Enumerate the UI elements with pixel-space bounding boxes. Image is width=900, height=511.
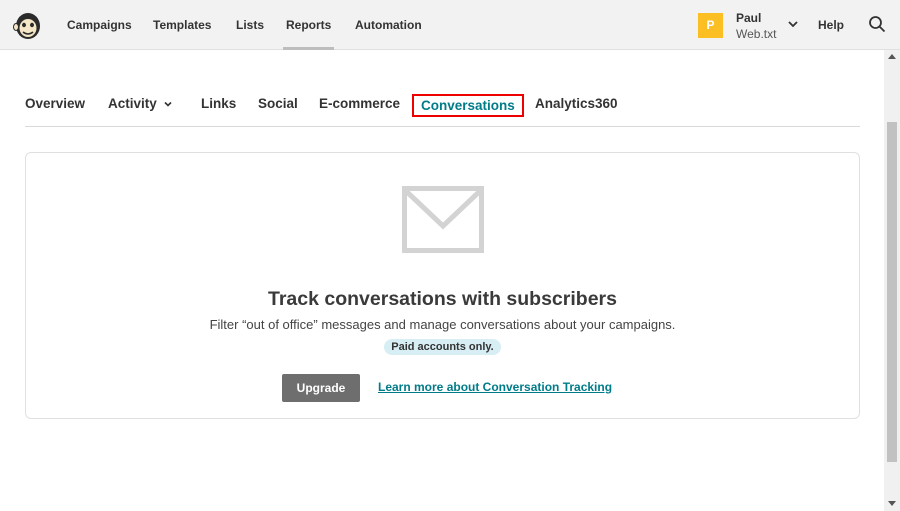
- tab-conversations[interactable]: Conversations: [412, 94, 524, 117]
- tab-analytics360[interactable]: Analytics360: [535, 96, 618, 111]
- nav-reports[interactable]: Reports: [282, 0, 335, 50]
- scroll-thumb[interactable]: [887, 122, 897, 462]
- avatar[interactable]: P: [698, 13, 723, 38]
- card-title: Track conversations with subscribers: [268, 288, 617, 310]
- tab-links[interactable]: Links: [201, 96, 236, 111]
- chevron-down-icon: [164, 102, 172, 108]
- conversations-promo-card: Track conversations with subscribers Fil…: [25, 152, 860, 419]
- card-description: Filter “out of office” messages and mana…: [209, 317, 676, 332]
- tab-activity[interactable]: Activity: [108, 96, 173, 111]
- tab-ecommerce[interactable]: E-commerce: [319, 96, 400, 111]
- tab-activity-label: Activity: [108, 96, 157, 111]
- top-nav-bar: Campaigns Templates Lists Reports Automa…: [0, 0, 900, 50]
- badge-wrap: Paid accounts only.: [26, 337, 859, 355]
- scroll-down-arrow-icon[interactable]: [888, 501, 896, 506]
- nav-automation[interactable]: Automation: [355, 0, 422, 50]
- learn-more-link[interactable]: Learn more about Conversation Tracking: [378, 380, 612, 394]
- scroll-up-arrow-icon[interactable]: [888, 54, 896, 59]
- help-link[interactable]: Help: [818, 0, 844, 50]
- envelope-icon: [402, 186, 484, 253]
- report-tabs: Overview Activity Links Social E-commerc…: [25, 88, 860, 127]
- tab-overview[interactable]: Overview: [25, 96, 85, 111]
- upgrade-button[interactable]: Upgrade: [282, 374, 360, 402]
- nav-campaigns[interactable]: Campaigns: [67, 0, 132, 50]
- user-name[interactable]: Paul: [736, 11, 761, 25]
- nav-templates[interactable]: Templates: [153, 0, 211, 50]
- paid-accounts-badge: Paid accounts only.: [384, 339, 501, 355]
- user-org[interactable]: Web.txt: [736, 27, 776, 41]
- tab-social[interactable]: Social: [258, 96, 298, 111]
- search-icon[interactable]: [868, 15, 886, 33]
- mailchimp-logo-icon[interactable]: [12, 9, 44, 41]
- nav-lists[interactable]: Lists: [236, 0, 264, 50]
- chevron-down-icon[interactable]: [786, 17, 800, 31]
- vertical-scrollbar[interactable]: [884, 50, 900, 511]
